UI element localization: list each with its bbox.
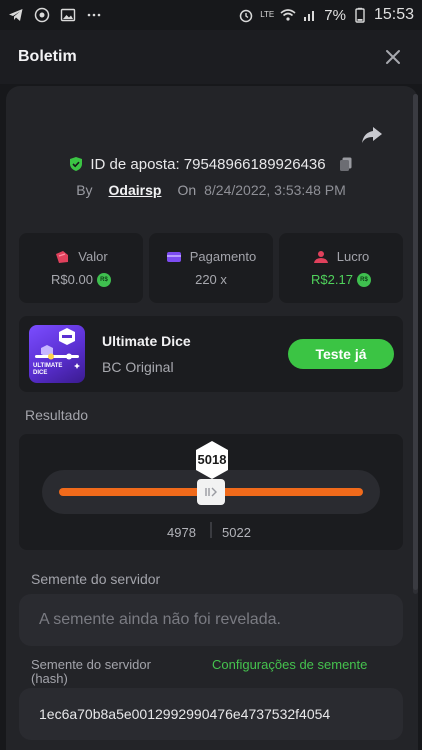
result-value: 5018	[197, 452, 227, 467]
battery-percent: 7%	[324, 6, 346, 24]
by-label: By	[76, 182, 93, 198]
dialog-header: Boletim	[0, 30, 422, 84]
stat-amount: Valor R$0.00 R$	[19, 233, 143, 303]
stat-amount-label: Valor	[78, 249, 108, 264]
result-panel: 5018 4978 5022	[19, 434, 403, 550]
close-button[interactable]	[382, 46, 404, 68]
chrome-icon	[34, 7, 50, 23]
stat-payout: Pagamento 220 x	[149, 233, 273, 303]
range-low: 4978	[167, 525, 196, 540]
dialog-title: Boletim	[18, 48, 77, 65]
bet-amount-icon	[56, 250, 69, 263]
verified-shield-icon	[70, 157, 83, 171]
on-label: On	[177, 182, 197, 198]
more-notifications-icon	[87, 13, 101, 17]
server-seed-hash-field[interactable]: 1ec6a70b8a5e0012992990476e4737532f4054	[19, 688, 403, 740]
stat-amount-value: R$0.00	[51, 272, 93, 287]
user-link[interactable]: Odairsp	[109, 182, 162, 198]
range-high: 5022	[222, 525, 251, 540]
server-seed-hash-label: Semente do servidor (hash)	[31, 657, 151, 686]
stat-profit: Lucro R$2.17 R$	[279, 233, 403, 303]
payout-icon	[166, 251, 181, 262]
coin-icon: R$	[96, 272, 111, 287]
share-icon[interactable]	[360, 124, 384, 146]
wifi-icon	[280, 9, 296, 21]
status-bar: LTE 7% 15:53	[0, 0, 422, 30]
stat-payout-label: Pagamento	[189, 249, 257, 264]
gallery-icon	[60, 8, 76, 22]
server-seed-field: A semente ainda não foi revelada.	[19, 594, 403, 646]
profit-icon	[313, 250, 328, 263]
bet-id: ID de aposta: 79548966189926436	[90, 155, 326, 173]
telegram-icon	[9, 9, 23, 21]
network-type: LTE	[260, 10, 275, 19]
bet-meta-row: By Odairsp On 8/24/2022, 3:53:48 PM	[0, 180, 422, 200]
game-thumb-text-line2: DICE	[33, 370, 48, 376]
game-card: ULTIMATE DICE Ultimate Dice BC Original T…	[19, 316, 403, 392]
alarm-icon	[239, 9, 253, 23]
bet-stats: Valor R$0.00 R$ Pagamento 220 x Lucro R$…	[19, 233, 403, 303]
battery-icon	[355, 7, 365, 23]
close-icon	[386, 50, 400, 64]
stat-profit-label: Lucro	[336, 249, 370, 264]
game-thumb-text-line1: ULTIMATE	[33, 363, 63, 369]
game-thumbnail[interactable]: ULTIMATE DICE	[29, 325, 85, 383]
bet-id-row: ID de aposta: 79548966189926436	[0, 153, 422, 175]
result-label: Resultado	[25, 407, 89, 423]
slider-handle[interactable]	[197, 479, 225, 505]
game-name[interactable]: Ultimate Dice	[102, 333, 191, 349]
stat-profit-value: R$2.17	[311, 272, 353, 287]
clock: 15:53	[373, 6, 414, 23]
signal-icon	[304, 11, 315, 21]
server-seed-label: Semente do servidor	[31, 571, 161, 587]
slider-grip-icon	[205, 487, 217, 497]
game-provider: BC Original	[102, 359, 174, 375]
copy-icon[interactable]	[338, 156, 354, 172]
try-game-button[interactable]: Teste já	[288, 339, 394, 369]
bet-date: 8/24/2022, 3:53:48 PM	[204, 182, 346, 198]
seed-settings-link[interactable]: Configurações de semente	[212, 658, 392, 672]
stat-payout-value: 220 x	[195, 272, 227, 287]
coin-icon: R$	[356, 272, 371, 287]
game-thumb-text: ULTIMATE DICE	[33, 363, 62, 377]
range-divider	[210, 522, 212, 538]
